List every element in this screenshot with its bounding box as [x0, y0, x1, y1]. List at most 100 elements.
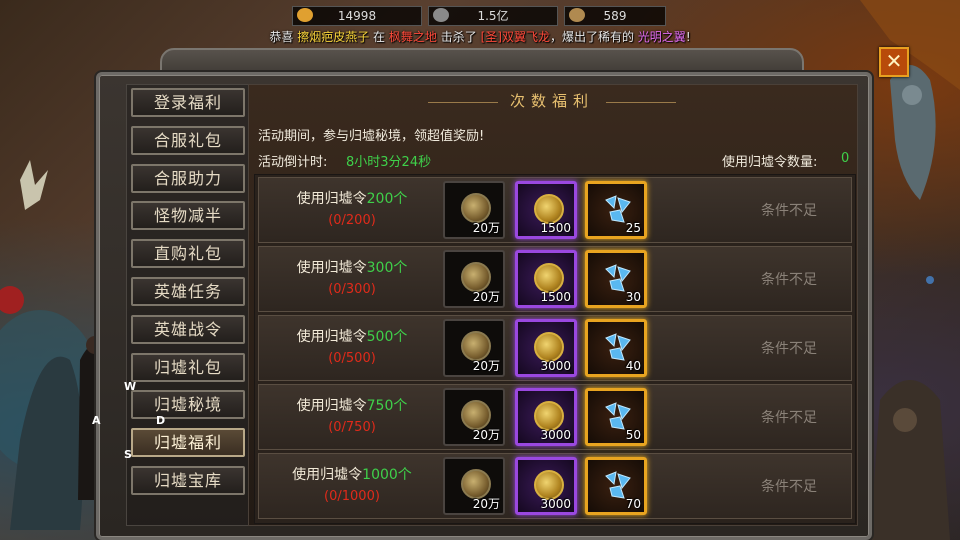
- reward-quantity: 20万: [472, 359, 500, 373]
- requirement-prefix: 使用归墟令: [296, 260, 367, 276]
- control-key-d: D: [156, 414, 166, 427]
- countdown-value: 8小时3分24秒: [346, 155, 432, 170]
- control-key-w: W: [124, 380, 137, 393]
- reward-row: 使用归墟令200个 (0/200) 20万 1500 25 条件不足: [258, 177, 852, 243]
- claim-status[interactable]: 条件不足: [729, 200, 849, 220]
- reward-slot-crystal[interactable]: 25: [585, 181, 647, 239]
- control-key-s: S: [124, 448, 132, 461]
- crystal-icon: [605, 333, 631, 361]
- reward-slot-coin[interactable]: 3000: [515, 457, 577, 515]
- notice-text: ，爆出了稀有的: [549, 30, 634, 44]
- menu-item[interactable]: 怪物减半: [131, 201, 245, 231]
- crystal-icon: [605, 471, 631, 499]
- reward-row: 使用归墟令750个 (0/750) 20万 3000 50 条件不足: [258, 384, 852, 450]
- usage-count-value: 0: [841, 151, 850, 166]
- menu-item[interactable]: 合服礼包: [131, 125, 245, 155]
- notice-place: 枫舞之地: [388, 30, 437, 44]
- reward-quantity: 3000: [540, 359, 571, 373]
- menu-item[interactable]: 归墟礼包: [131, 352, 245, 382]
- reward-quantity: 30: [625, 290, 641, 304]
- resource-horn: 589: [564, 6, 666, 26]
- token-coin-icon: [534, 401, 564, 431]
- requirement-amount: 750个: [366, 398, 408, 414]
- reward-quantity: 3000: [540, 428, 571, 442]
- claim-status[interactable]: 条件不足: [729, 269, 849, 289]
- reward-slot-gold[interactable]: 20万: [443, 319, 505, 377]
- menu-item[interactable]: 归墟福利: [131, 428, 245, 458]
- notice-text: 恭喜: [269, 30, 294, 44]
- requirement-text: 使用归墟令750个: [259, 395, 445, 415]
- reward-slot-coin[interactable]: 3000: [515, 388, 577, 446]
- requirement-text: 使用归墟令300个: [259, 257, 445, 277]
- progress-text: (0/300): [328, 282, 376, 297]
- claim-status[interactable]: 条件不足: [729, 476, 849, 496]
- reward-slot-gold[interactable]: 20万: [443, 181, 505, 239]
- reward-slot-crystal[interactable]: 70: [585, 457, 647, 515]
- crystal-icon: [605, 402, 631, 430]
- requirement-amount: 300个: [366, 260, 408, 276]
- reward-quantity: 70: [625, 497, 641, 511]
- reward-slot-coin[interactable]: 1500: [515, 250, 577, 308]
- reward-quantity: 50: [625, 428, 641, 442]
- requirement-prefix: 使用归墟令: [296, 398, 367, 414]
- reward-quantity: 1500: [540, 221, 571, 235]
- notice-text: 在: [373, 30, 386, 44]
- reward-slot-crystal[interactable]: 40: [585, 319, 647, 377]
- menu-item[interactable]: 英雄任务: [131, 277, 245, 306]
- reward-row: 使用归墟令500个 (0/500) 20万 3000 40 条件不足: [258, 315, 852, 381]
- menu-item[interactable]: 归墟秘境: [131, 390, 245, 420]
- reward-row: 使用归墟令300个 (0/300) 20万 1500 30 条件不足: [258, 246, 852, 312]
- claim-status[interactable]: 条件不足: [729, 338, 849, 358]
- reward-quantity: 3000: [540, 497, 571, 511]
- requirement-amount: 1000个: [362, 467, 412, 483]
- menu-item[interactable]: 归墟宝库: [131, 466, 245, 495]
- reward-slot-gold[interactable]: 20万: [443, 457, 505, 515]
- requirement-prefix: 使用归墟令: [296, 191, 367, 207]
- notice-text: 击杀了: [440, 30, 477, 44]
- progress-text: (0/500): [328, 351, 376, 366]
- requirement-prefix: 使用归墟令: [292, 467, 363, 483]
- gold-ingot-icon: [297, 8, 313, 22]
- token-coin-icon: [534, 332, 564, 362]
- menu-item[interactable]: 登录福利: [131, 88, 245, 117]
- activity-description: 活动期间，参与归墟秘境，领超值奖励!: [258, 129, 485, 144]
- reward-slot-coin[interactable]: 3000: [515, 319, 577, 377]
- notice-text: !: [685, 30, 691, 44]
- progress-text: (0/750): [328, 420, 376, 435]
- reward-slot-coin[interactable]: 1500: [515, 181, 577, 239]
- reward-quantity: 1500: [540, 290, 571, 304]
- claim-status[interactable]: 条件不足: [729, 407, 849, 427]
- resource-gold: 14998: [292, 6, 422, 26]
- requirement-text: 使用归墟令500个: [259, 326, 445, 346]
- reward-slot-crystal[interactable]: 30: [585, 250, 647, 308]
- reward-quantity: 25: [625, 221, 641, 235]
- reward-quantity: 20万: [472, 221, 500, 235]
- panel-title: 次数福利: [509, 92, 594, 110]
- control-key-a: A: [92, 414, 101, 427]
- reward-quantity: 20万: [472, 497, 500, 511]
- notice-player: 擦烟疤皮燕子: [297, 30, 370, 44]
- resource-gold-value: 14998: [337, 9, 377, 23]
- token-coin-icon: [534, 263, 564, 293]
- requirement-amount: 200个: [366, 191, 408, 207]
- requirement-text: 使用归墟令200个: [259, 188, 445, 208]
- menu-item[interactable]: 合服助力: [131, 163, 245, 193]
- progress-text: (0/200): [328, 213, 376, 228]
- progress-text: (0/1000): [324, 489, 380, 504]
- token-coin-icon: [534, 470, 564, 500]
- reward-slot-gold[interactable]: 20万: [443, 388, 505, 446]
- reward-slot-crystal[interactable]: 50: [585, 388, 647, 446]
- token-coin-icon: [534, 194, 564, 224]
- menu-item[interactable]: 直购礼包: [131, 239, 245, 269]
- reward-quantity: 20万: [472, 290, 500, 304]
- horn-icon: [569, 8, 585, 22]
- requirement-amount: 500个: [366, 329, 408, 345]
- crystal-icon: [605, 195, 631, 223]
- menu-item[interactable]: 英雄战令: [131, 314, 245, 344]
- resource-horn-value: 589: [603, 9, 627, 23]
- close-button[interactable]: ✕: [879, 47, 909, 77]
- usage-count-label: 使用归墟令数量:: [722, 155, 818, 170]
- reward-slot-gold[interactable]: 20万: [443, 250, 505, 308]
- requirement-prefix: 使用归墟令: [296, 329, 367, 345]
- right-scenery: [860, 0, 960, 540]
